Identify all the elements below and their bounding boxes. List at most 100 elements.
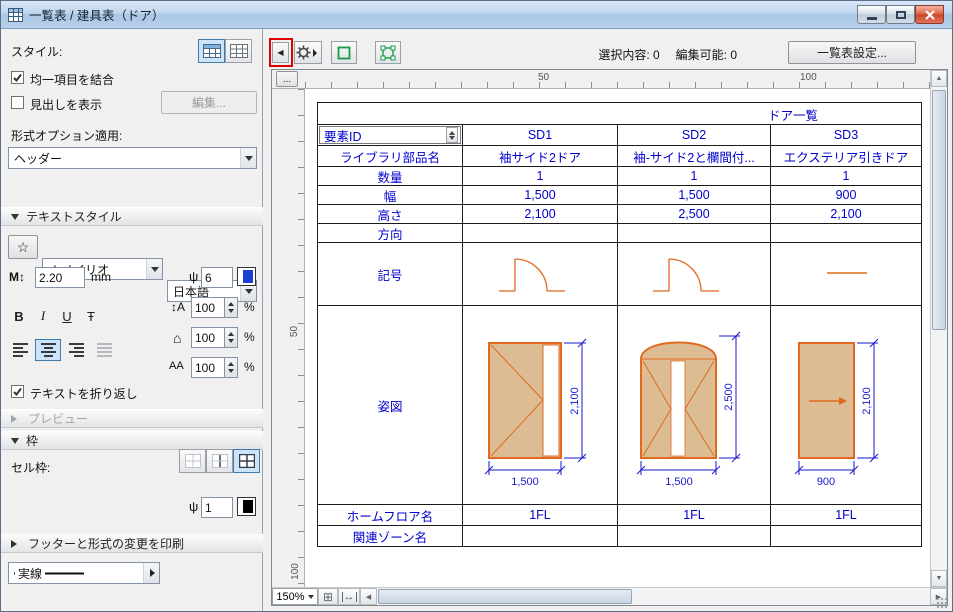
select-elements-button[interactable]: [331, 41, 357, 64]
door-elevation-sd3[interactable]: 2,100 900: [770, 306, 921, 504]
cell-value[interactable]: エクステリア引きドア: [770, 146, 921, 166]
style-merged-button[interactable]: [198, 39, 225, 63]
id-header-cell[interactable]: 要素ID: [319, 126, 461, 144]
italic-button[interactable]: I: [31, 305, 55, 327]
vertical-ruler[interactable]: 50 100: [287, 89, 305, 587]
door-symbol-sd2[interactable]: [617, 243, 770, 305]
resize-grip[interactable]: [936, 597, 948, 609]
cell-empty[interactable]: [770, 526, 921, 546]
show-headline-checkbox[interactable]: [11, 96, 24, 112]
fit-grid-icon: ⊞: [322, 589, 334, 604]
line-type-select[interactable]: 実線: [8, 562, 160, 584]
column-header[interactable]: SD2: [617, 125, 770, 145]
maximize-button[interactable]: [886, 5, 915, 24]
align-justify-button[interactable]: [91, 339, 117, 361]
frame-section-header[interactable]: 枠: [1, 431, 263, 450]
door-swing-symbol: [653, 258, 719, 292]
cell-empty[interactable]: [462, 526, 617, 546]
bold-button[interactable]: B: [7, 305, 31, 327]
favorite-button[interactable]: ☆: [8, 235, 38, 259]
edit-button[interactable]: 編集...: [161, 91, 257, 114]
align-right-button[interactable]: [63, 339, 89, 361]
cell-value[interactable]: 袖サイド2ドア: [462, 146, 617, 166]
text-height-input[interactable]: 2.20: [35, 267, 85, 288]
char-spacing-value[interactable]: 100: [191, 327, 225, 348]
scroll-up-button[interactable]: ▲: [931, 70, 947, 87]
line-spacing-stepper[interactable]: 100: [191, 297, 238, 318]
horizontal-ruler[interactable]: ... 50 100: [272, 70, 930, 89]
underline-button[interactable]: U: [55, 305, 79, 327]
cell-empty[interactable]: [770, 224, 921, 242]
footer-section-header[interactable]: フッターと形式の変更を印刷: [1, 534, 263, 553]
ruler-corner-button[interactable]: ...: [276, 71, 298, 87]
cell-value[interactable]: 1: [462, 167, 617, 185]
text-pen-input[interactable]: 6: [201, 267, 233, 288]
table-header-row: 要素ID SD1 SD2 SD3: [318, 124, 921, 145]
preview-section-header[interactable]: プレビュー: [1, 409, 263, 428]
cell-value[interactable]: 1,500: [462, 186, 617, 204]
merge-items-checkbox[interactable]: [11, 71, 24, 86]
cell-empty[interactable]: [617, 526, 770, 546]
cell-frame-inner-button[interactable]: [206, 449, 233, 473]
door-symbol-sd3[interactable]: [770, 243, 921, 305]
vertical-scrollbar[interactable]: ▲ ▼: [930, 70, 947, 587]
door-elevation-sd2[interactable]: 2,500 1,500: [617, 306, 770, 504]
schedule-settings-button[interactable]: 一覧表設定...: [788, 41, 916, 64]
column-header[interactable]: SD1: [462, 125, 617, 145]
align-center-button[interactable]: [35, 339, 61, 361]
line-spacing-icon: ↕A: [171, 300, 186, 314]
text-style-section-header[interactable]: テキストスタイル: [1, 207, 263, 226]
cell-frame-none-button[interactable]: [179, 449, 206, 473]
sort-control[interactable]: [446, 127, 458, 143]
cell-value[interactable]: 1FL: [770, 505, 921, 525]
stepper-arrows[interactable]: [225, 297, 238, 318]
vertical-scroll-thumb[interactable]: [932, 90, 946, 330]
kerning-stepper[interactable]: 100: [191, 357, 238, 378]
green-frame-icon: [337, 46, 351, 59]
scheme-settings-button[interactable]: [294, 41, 322, 64]
cell-value[interactable]: 袖-サイド2と欄間付...: [617, 146, 770, 166]
cell-value[interactable]: 1FL: [617, 505, 770, 525]
door-elevation-sd1[interactable]: 2,100 1,500: [462, 306, 617, 504]
cell-value[interactable]: 900: [770, 186, 921, 204]
frame-pen-input[interactable]: 1: [201, 497, 233, 518]
kerning-value[interactable]: 100: [191, 357, 225, 378]
fit-to-screen-button[interactable]: ⊞: [318, 588, 338, 605]
cell-empty[interactable]: [617, 224, 770, 242]
style-grid-button[interactable]: [225, 39, 252, 63]
horizontal-scrollbar[interactable]: [377, 588, 930, 605]
wrap-text-checkbox[interactable]: [11, 385, 24, 400]
cell-value[interactable]: 1FL: [462, 505, 617, 525]
align-left-button[interactable]: [7, 339, 33, 361]
horizontal-scroll-thumb[interactable]: [378, 589, 633, 604]
char-spacing-stepper[interactable]: 100: [191, 327, 238, 348]
close-button[interactable]: [915, 5, 944, 24]
schedule-canvas[interactable]: ドア一覧 要素ID SD1 SD2 SD3 ライブラリ部品名 袖サイド2ドア 袖…: [305, 89, 930, 587]
strikethrough-button[interactable]: Ŧ: [79, 305, 103, 327]
scroll-down-button[interactable]: ▼: [931, 570, 947, 587]
door-schedule-table[interactable]: ドア一覧 要素ID SD1 SD2 SD3 ライブラリ部品名 袖サイド2ドア 袖…: [317, 102, 922, 547]
zoom-select[interactable]: 150%: [272, 588, 318, 605]
cell-value[interactable]: 2,500: [617, 205, 770, 223]
column-header[interactable]: SD3: [770, 125, 921, 145]
cell-value[interactable]: 2,100: [770, 205, 921, 223]
door-symbol-sd1[interactable]: [462, 243, 617, 305]
cell-frame-all-button[interactable]: [233, 449, 260, 473]
scroll-left-button[interactable]: ◀: [360, 588, 377, 605]
minimize-button[interactable]: [857, 5, 886, 24]
marquee-select-button[interactable]: [375, 41, 401, 64]
fit-width-button[interactable]: ↔: [338, 588, 360, 605]
stepper-arrows[interactable]: [225, 357, 238, 378]
collapse-panel-button[interactable]: ◀: [272, 42, 289, 63]
cell-value[interactable]: 1: [770, 167, 921, 185]
stepper-arrows[interactable]: [225, 327, 238, 348]
cell-empty[interactable]: [462, 224, 617, 242]
align-left-icon: [12, 343, 28, 357]
text-pen-color-swatch[interactable]: [237, 267, 256, 286]
line-spacing-value[interactable]: 100: [191, 297, 225, 318]
cell-value[interactable]: 2,100: [462, 205, 617, 223]
cell-value[interactable]: 1: [617, 167, 770, 185]
frame-pen-color-swatch[interactable]: [237, 497, 256, 516]
format-option-select[interactable]: ヘッダー: [8, 147, 257, 169]
cell-value[interactable]: 1,500: [617, 186, 770, 204]
